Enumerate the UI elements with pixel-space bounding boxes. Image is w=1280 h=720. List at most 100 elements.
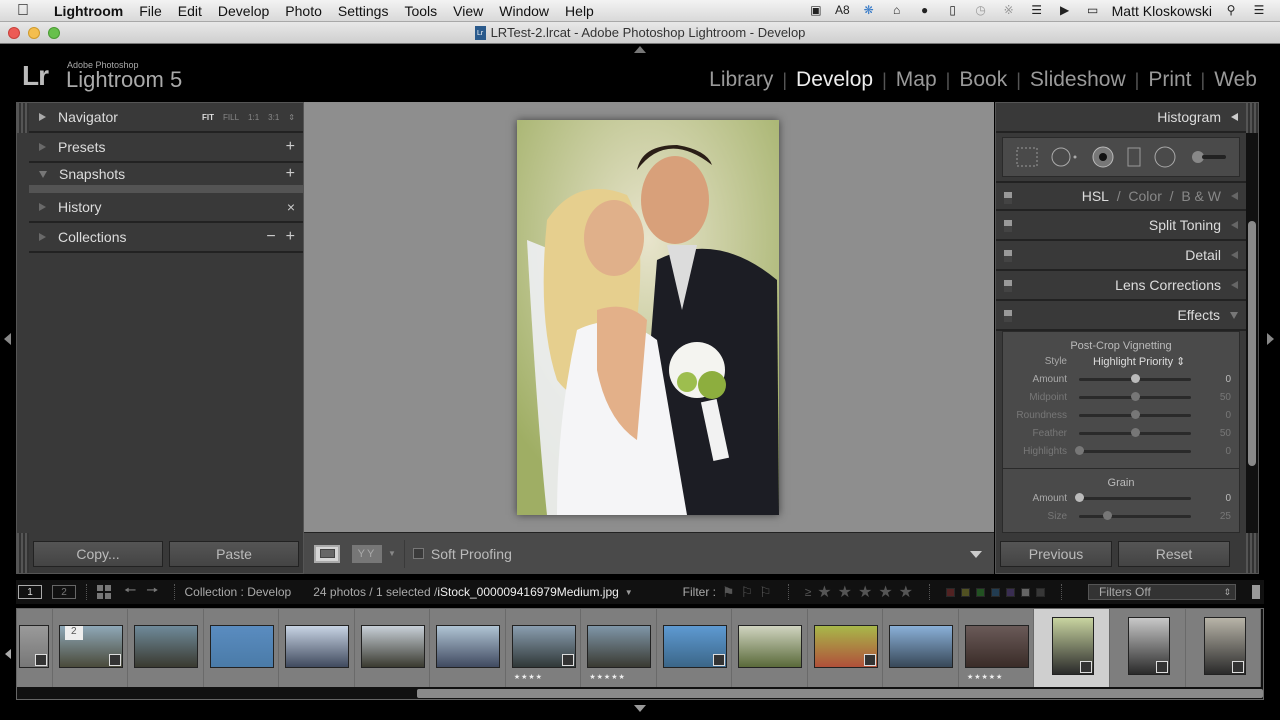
collapse-filmstrip-icon[interactable] xyxy=(634,705,646,712)
tab-color[interactable]: Color xyxy=(1128,188,1161,204)
dropbox-icon[interactable]: ❋ xyxy=(860,4,878,17)
slider-thumb[interactable] xyxy=(1103,510,1112,520)
rating-star-5-icon[interactable]: ★ xyxy=(899,582,913,602)
develop-adjustment-badge-icon[interactable] xyxy=(108,654,121,666)
develop-adjustment-badge-icon[interactable] xyxy=(1155,661,1168,673)
loupe-view-button[interactable] xyxy=(314,544,340,563)
flag-picked-filter-icon[interactable]: ⚑ xyxy=(722,584,735,601)
zoom-fill[interactable]: FILL xyxy=(223,113,239,122)
filmstrip-thumbnail[interactable] xyxy=(1109,609,1186,687)
filmstrip-thumbnail[interactable] xyxy=(279,609,355,687)
filmstrip-thumbnail[interactable] xyxy=(128,609,204,687)
bluetooth-icon[interactable]: ※ xyxy=(1000,4,1018,17)
module-web[interactable]: Web xyxy=(1205,68,1266,92)
before-after-view-button[interactable]: YY xyxy=(352,544,382,563)
zoom-1-1[interactable]: 1:1 xyxy=(248,113,259,122)
color-label-filter-3[interactable] xyxy=(976,587,985,597)
spot-removal-tool-icon[interactable] xyxy=(1050,146,1080,168)
menu-tools[interactable]: Tools xyxy=(396,3,445,19)
collections-header[interactable]: Collections − + xyxy=(29,223,303,253)
zoom-stepper-icon[interactable]: ⇕ xyxy=(288,113,295,122)
soft-proofing-checkbox[interactable] xyxy=(412,548,424,559)
filmstrip-thumbnail[interactable] xyxy=(883,609,959,687)
flag-rejected-filter-icon[interactable]: ⚐ xyxy=(759,584,772,601)
secondary-window-button[interactable]: 2 xyxy=(52,585,76,599)
filmstrip-thumbnail[interactable] xyxy=(807,609,884,687)
adobe-icon[interactable]: A8 xyxy=(835,4,850,17)
color-label-filter-1[interactable] xyxy=(946,587,955,597)
collapse-top-panel-icon[interactable] xyxy=(634,46,646,53)
presets-header[interactable]: Presets + xyxy=(29,133,303,163)
rating-star-4-icon[interactable]: ★ xyxy=(878,582,892,602)
menu-develop[interactable]: Develop xyxy=(210,3,277,19)
panel-scroll-grip[interactable] xyxy=(17,103,29,133)
develop-adjustment-badge-icon[interactable] xyxy=(1080,661,1093,673)
color-label-filter-4[interactable] xyxy=(991,587,1000,597)
split-toning-header[interactable]: Split Toning xyxy=(996,211,1246,241)
selected-filename[interactable]: iStock_000009416979Medium.jpg xyxy=(437,585,618,599)
filmstrip-thumbnail[interactable] xyxy=(17,609,53,687)
vignette-amount-slider[interactable] xyxy=(1079,373,1191,383)
slider-value[interactable]: 50 xyxy=(1191,392,1231,403)
filmstrip-thumbnail[interactable] xyxy=(732,609,808,687)
vignette-roundness-slider[interactable] xyxy=(1079,409,1191,419)
filmstrip-thumbnail[interactable]: ★★★★★ xyxy=(581,609,657,687)
rating-star-1-icon[interactable]: ★ xyxy=(817,582,831,602)
detail-header[interactable]: Detail xyxy=(996,241,1246,271)
navigator-header[interactable]: Navigator FIT FILL 1:1 3:1 ⇕ xyxy=(29,103,303,133)
menu-settings[interactable]: Settings xyxy=(330,3,397,19)
collapse-right-panel-icon[interactable] xyxy=(1267,333,1274,345)
slider-value[interactable]: 25 xyxy=(1191,511,1231,522)
panel-scrollbar[interactable] xyxy=(1246,103,1258,573)
slider-value[interactable]: 0 xyxy=(1191,493,1231,504)
wifi-icon[interactable]: ☰ xyxy=(1028,4,1046,17)
menu-photo[interactable]: Photo xyxy=(277,3,330,19)
filmstrip-thumbnail[interactable]: ★★★★★ xyxy=(958,609,1035,687)
filmstrip-thumbnail[interactable]: 2 xyxy=(52,609,129,687)
module-slideshow[interactable]: Slideshow xyxy=(1021,68,1135,92)
filmstrip-thumbnail[interactable]: ★★★★ xyxy=(505,609,582,687)
clear-history-button[interactable]: × xyxy=(287,199,295,215)
slider-value[interactable]: 0 xyxy=(1191,446,1231,457)
zoom-fit[interactable]: FIT xyxy=(202,113,214,122)
grain-size-slider[interactable] xyxy=(1079,510,1191,520)
scrollbar-thumb[interactable] xyxy=(1248,221,1256,466)
filmstrip-thumbnail[interactable] xyxy=(430,609,506,687)
crop-tool-icon[interactable] xyxy=(1015,146,1039,168)
slider-value[interactable]: 0 xyxy=(1191,374,1231,385)
slider-value[interactable]: 0 xyxy=(1191,410,1231,421)
hsl-color-bw-header[interactable]: HSL / Color / B & W xyxy=(996,181,1246,211)
rating-star-3-icon[interactable]: ★ xyxy=(858,582,872,602)
slider-thumb[interactable] xyxy=(1075,492,1084,502)
panel-toggle-switch[interactable] xyxy=(1004,250,1012,262)
zoom-3-1[interactable]: 3:1 xyxy=(268,113,279,122)
back-arrow-icon[interactable]: 🠔 xyxy=(124,580,136,604)
camera-icon[interactable]: ▣ xyxy=(807,4,825,17)
filmstrip-scroll-left-icon[interactable] xyxy=(5,649,11,659)
panel-toggle-switch[interactable] xyxy=(1004,192,1012,204)
panel-toggle-switch[interactable] xyxy=(1004,220,1012,232)
apple-menu-icon[interactable]:  xyxy=(0,2,46,20)
previous-button[interactable]: Previous xyxy=(1000,541,1112,567)
filmstrip-thumbnail[interactable] xyxy=(1034,609,1110,687)
color-label-filter-5[interactable] xyxy=(1006,587,1015,597)
develop-adjustment-badge-icon[interactable] xyxy=(561,654,574,666)
time-machine-icon[interactable]: ◷ xyxy=(972,4,990,17)
add-collection-button[interactable]: + xyxy=(286,228,295,246)
battery-icon[interactable]: ▭ xyxy=(1084,4,1102,17)
tab-hsl[interactable]: HSL xyxy=(1082,188,1109,204)
module-print[interactable]: Print xyxy=(1139,68,1200,92)
slider-thumb[interactable] xyxy=(1131,427,1140,437)
volume-icon[interactable]: ▶ xyxy=(1056,4,1074,17)
graduated-filter-tool-icon[interactable] xyxy=(1126,146,1142,168)
vignette-midpoint-slider[interactable] xyxy=(1079,391,1191,401)
slider-thumb[interactable] xyxy=(1131,391,1140,401)
filmstrip-thumbnail[interactable] xyxy=(354,609,431,687)
color-label-filter-6[interactable] xyxy=(1021,587,1030,597)
vignette-style-select[interactable]: Highlight Priority ⇕ xyxy=(1093,355,1185,368)
flag-unflagged-filter-icon[interactable]: ⚐ xyxy=(741,584,754,601)
reset-button[interactable]: Reset xyxy=(1118,541,1230,567)
source-label[interactable]: Collection : Develop xyxy=(185,585,292,599)
rating-star-2-icon[interactable]: ★ xyxy=(838,582,852,602)
module-library[interactable]: Library xyxy=(700,68,782,92)
